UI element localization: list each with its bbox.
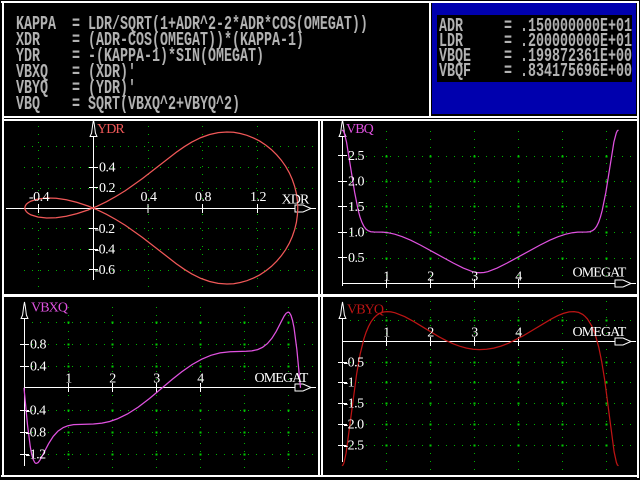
svg-text:4: 4	[515, 326, 522, 341]
svg-text:0.5: 0.5	[348, 251, 365, 266]
svg-text:2.0: 2.0	[348, 175, 365, 190]
svg-text:-2.5: -2.5	[344, 439, 365, 454]
svg-text:-0.2: -0.2	[95, 222, 116, 237]
svg-text:0.4: 0.4	[30, 360, 47, 375]
svg-text:1.5: 1.5	[348, 200, 365, 215]
svg-text:2.5: 2.5	[348, 149, 365, 164]
svg-text:2: 2	[427, 326, 434, 341]
svg-text:0.4: 0.4	[141, 190, 158, 205]
svg-text:3: 3	[471, 270, 478, 285]
svg-text:-0.8: -0.8	[26, 426, 47, 441]
svg-text:-0.4: -0.4	[29, 190, 50, 205]
svg-text:-1.5: -1.5	[344, 397, 365, 412]
svg-text:-1: -1	[344, 376, 355, 391]
svg-text:3: 3	[153, 372, 160, 387]
svg-text:4: 4	[197, 372, 204, 387]
svg-text:XDR: XDR	[282, 193, 310, 208]
svg-text:-1.2: -1.2	[26, 448, 47, 463]
svg-text:OMEGAT: OMEGAT	[255, 371, 309, 386]
svg-text:OMEGAT: OMEGAT	[573, 325, 627, 340]
svg-text:1.0: 1.0	[348, 226, 365, 241]
svg-text:1: 1	[65, 372, 72, 387]
svg-text:1: 1	[383, 326, 390, 341]
svg-text:1.2: 1.2	[250, 190, 267, 205]
svg-text:0.8: 0.8	[30, 338, 47, 353]
svg-text:-0.4: -0.4	[26, 404, 47, 419]
svg-text:OMEGAT: OMEGAT	[573, 266, 627, 281]
svg-text:0.8: 0.8	[195, 190, 212, 205]
svg-text:VBXQ: VBXQ	[31, 301, 68, 316]
svg-text:2: 2	[427, 270, 434, 285]
svg-text:YDR: YDR	[97, 122, 125, 137]
svg-text:VBYQ: VBYQ	[347, 303, 384, 318]
svg-text:2: 2	[109, 372, 116, 387]
svg-text:-2.0: -2.0	[344, 418, 365, 433]
svg-text:0.2: 0.2	[99, 181, 116, 196]
svg-text:3: 3	[471, 326, 478, 341]
svg-text:-0.6: -0.6	[95, 263, 116, 278]
svg-text:0.4: 0.4	[99, 161, 116, 176]
svg-text:-0.4: -0.4	[95, 243, 116, 258]
svg-text:4: 4	[515, 270, 522, 285]
svg-text:1: 1	[383, 270, 390, 285]
svg-text:-0.5: -0.5	[344, 356, 365, 371]
svg-text:VBQ: VBQ	[346, 122, 374, 137]
